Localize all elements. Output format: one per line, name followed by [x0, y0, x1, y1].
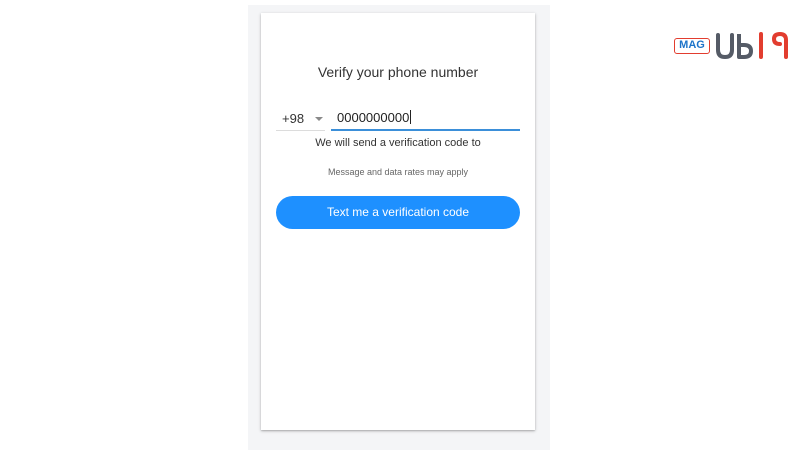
text-cursor: [410, 110, 412, 124]
verification-card: Verify your phone number +98 0000000000 …: [261, 13, 535, 430]
phone-number-input[interactable]: 0000000000: [331, 97, 520, 131]
send-code-note: We will send a verification code to: [315, 137, 481, 149]
logo-mag-badge: MAG: [674, 38, 710, 54]
send-verification-code-button[interactable]: Text me a verification code: [276, 196, 520, 229]
page-title: Verify your phone number: [317, 64, 479, 80]
country-code-select[interactable]: +98: [276, 97, 325, 131]
phone-number-value: 0000000000: [337, 110, 412, 125]
logo-wordmark: [716, 31, 788, 60]
phone-number-text: 0000000000: [337, 110, 410, 125]
dropdown-caret-icon: [315, 117, 323, 121]
brand-logo: MAG: [674, 30, 794, 60]
data-rates-note: Message and data rates may apply: [327, 167, 469, 177]
country-code-value: +98: [282, 111, 305, 126]
